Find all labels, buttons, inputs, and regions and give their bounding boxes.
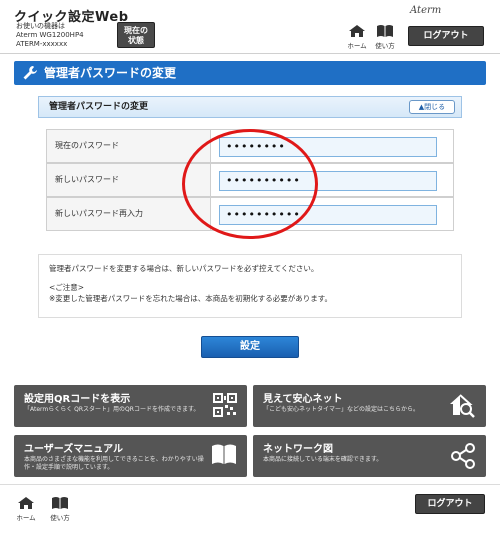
footer-guide-label: 使い方 bbox=[50, 514, 70, 522]
page-title: 管理者パスワードの変更 bbox=[44, 66, 177, 80]
guide-label: 使い方 bbox=[375, 42, 395, 50]
network-icon bbox=[451, 443, 475, 469]
tile-title: 設定用QRコードを表示 bbox=[24, 394, 131, 405]
home-label: ホーム bbox=[347, 42, 367, 50]
caution-heading: <ご注意> bbox=[49, 283, 85, 292]
notice-box: 管理者パスワードを変更する場合は、新しいパスワードを必ず控えてください。 <ご注… bbox=[38, 254, 462, 318]
book-icon bbox=[52, 497, 68, 509]
current-password-label: 現在のパスワード bbox=[47, 130, 211, 162]
tile-mieru-anshin-net[interactable]: 見えて安心ネット 「こども安心ネットタイマー」などの設定はこちらから。 bbox=[253, 385, 486, 427]
highlight-circle bbox=[182, 129, 318, 239]
tile-desc: 「こども安心ネットタイマー」などの設定はこちらから。 bbox=[263, 406, 420, 413]
brand-logo: Aterm bbox=[410, 5, 442, 16]
footer-home-label: ホーム bbox=[16, 514, 36, 522]
tile-title: ユーザーズマニュアル bbox=[24, 444, 123, 455]
wrench-icon bbox=[23, 66, 37, 80]
tile-network-map[interactable]: ネットワーク図 本商品に接続している端末を確認できます。 bbox=[253, 435, 486, 477]
device-info-line: お使いの機器は bbox=[16, 22, 65, 30]
apply-button[interactable]: 設定 bbox=[201, 336, 299, 358]
device-model: Aterm WG1200HP4 bbox=[16, 31, 84, 39]
section-title: 管理者パスワードの変更 bbox=[49, 102, 149, 112]
tile-title: ネットワーク図 bbox=[263, 444, 333, 455]
notice-text: 管理者パスワードを変更する場合は、新しいパスワードを必ず控えてください。 bbox=[49, 264, 319, 273]
home-search-icon bbox=[450, 394, 475, 418]
guide-nav[interactable]: 使い方 bbox=[373, 24, 397, 50]
footer-logout-button[interactable]: ログアウト bbox=[415, 494, 485, 514]
page-title-bar: 管理者パスワードの変更 bbox=[14, 61, 486, 85]
footer-divider bbox=[0, 484, 500, 485]
current-status-button[interactable]: 現在の 状態 bbox=[117, 22, 155, 48]
device-id: ATERM-xxxxxx bbox=[16, 40, 68, 48]
home-icon bbox=[18, 497, 34, 509]
home-nav[interactable]: ホーム bbox=[345, 24, 369, 50]
tile-desc: 本商品のさまざまな機能を利用してできることを、わかりやすい操作・設定手順で説明し… bbox=[24, 456, 204, 471]
home-icon bbox=[349, 25, 365, 37]
tile-desc: 「Atermらくらく QRスタート」用のQRコードを作成できます。 bbox=[24, 406, 200, 413]
status-line1: 現在の bbox=[124, 26, 148, 35]
footer-guide-nav[interactable]: 使い方 bbox=[48, 496, 72, 522]
qr-code-icon bbox=[213, 393, 237, 417]
tile-title: 見えて安心ネット bbox=[263, 394, 343, 405]
tile-desc: 本商品に接続している端末を確認できます。 bbox=[263, 456, 383, 463]
tile-users-manual[interactable]: ユーザーズマニュアル 本商品のさまざまな機能を利用してできることを、わかりやすい… bbox=[14, 435, 247, 477]
section-header: 管理者パスワードの変更 ▲閉じる bbox=[38, 96, 462, 118]
close-section-button[interactable]: ▲閉じる bbox=[409, 100, 455, 114]
status-line2: 状態 bbox=[128, 36, 144, 45]
tile-qr-code[interactable]: 設定用QRコードを表示 「Atermらくらく QRスタート」用のQRコードを作成… bbox=[14, 385, 247, 427]
book-icon bbox=[212, 444, 236, 464]
caution-text: ※変更した管理者パスワードを忘れた場合は、本商品を初期化する必要があります。 bbox=[49, 294, 333, 303]
device-info: お使いの機器は Aterm WG1200HP4 ATERM-xxxxxx bbox=[16, 22, 84, 49]
header: クイック設定Web お使いの機器は Aterm WG1200HP4 ATERM-… bbox=[0, 0, 500, 54]
logout-button[interactable]: ログアウト bbox=[408, 26, 484, 46]
footer-home-nav[interactable]: ホーム bbox=[14, 496, 38, 522]
book-icon bbox=[377, 25, 393, 37]
